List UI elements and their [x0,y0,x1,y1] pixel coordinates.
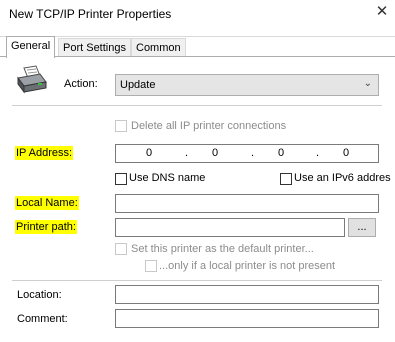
browse-button[interactable]: ... [348,218,376,237]
printer-path-label: Printer path: [15,220,77,234]
comment-field[interactable] [115,309,379,328]
tab-strip-line [0,36,395,37]
set-default-label: Set this printer as the default printer.… [131,243,314,255]
ip-octet-3: 0 [278,147,285,159]
action-select[interactable]: Update ⌄ [115,74,379,96]
tab-port-settings[interactable]: Port Settings [58,38,131,57]
tab-common[interactable]: Common [131,38,186,57]
use-dns-label: Use DNS name [129,172,206,184]
chevron-down-icon: ⌄ [363,78,372,89]
use-ipv6-label: Use an IPv6 addres [294,172,391,184]
ip-address-label: IP Address: [15,146,74,160]
printer-path-field[interactable] [115,218,345,237]
ip-dot: . [185,147,189,159]
comment-label: Comment: [17,313,68,325]
window-title: New TCP/IP Printer Properties [9,7,172,21]
location-field[interactable] [115,285,379,304]
only-if-local-label: ...only if a local printer is not presen… [159,260,336,272]
delete-all-label: Delete all IP printer connections [131,120,287,132]
separator [12,105,382,106]
printer-icon [14,64,50,96]
ip-dot: . [251,147,255,159]
use-ipv6-checkbox[interactable] [280,173,292,185]
local-name-label: Local Name: [15,196,79,210]
ip-octet-1: 0 [146,147,153,159]
action-select-value: Update [120,79,156,91]
ip-dot: . [316,147,320,159]
ip-octet-2: 0 [212,147,219,159]
tab-general[interactable]: General [6,36,56,58]
delete-all-checkbox[interactable] [115,120,127,132]
local-name-field[interactable] [115,194,379,213]
ip-octet-4: 0 [343,147,350,159]
set-default-checkbox[interactable] [115,243,127,255]
separator [12,280,382,281]
location-label: Location: [17,289,62,301]
close-icon[interactable]: ✕ [372,2,392,22]
ip-address-field[interactable]: 0 . 0 . 0 . 0 [115,144,379,163]
only-if-local-checkbox[interactable] [145,260,157,272]
action-label: Action: [64,78,98,90]
use-dns-checkbox[interactable] [115,173,127,185]
